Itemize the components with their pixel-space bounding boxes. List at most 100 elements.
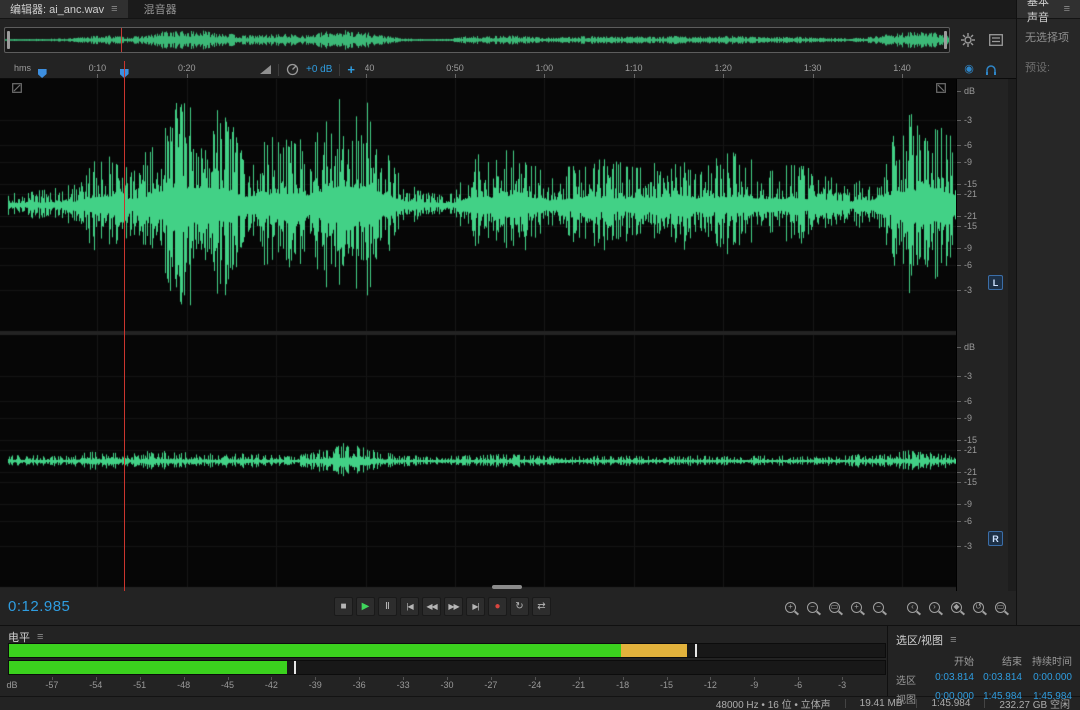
panel-menu-icon[interactable]: ≡ [37,632,43,643]
overview-row [0,19,1016,61]
loop-playback-button[interactable]: ↻ [510,597,529,616]
waveform-canvas[interactable] [0,79,956,591]
skip-selection-button[interactable]: ⇄ [532,597,551,616]
ruler-tick-label: 0:10 [89,63,107,73]
panel-menu-icon[interactable]: ≡ [111,4,117,15]
vertical-scrollbar[interactable] [1008,79,1016,591]
db-tick-label: -21 [964,211,977,221]
tab-essential-sound[interactable]: 基本声音 ≡ [1017,0,1080,18]
overview-navigator[interactable] [4,27,950,53]
selview-row-selection-label: 选区 [896,672,926,687]
selview-row-view-label: 视图 [896,691,926,706]
tab-editor[interactable]: 编辑器: ai_anc.wav ≡ [0,0,128,18]
overview-playhead[interactable] [121,28,122,52]
db-tick-label: -9 [964,499,972,509]
audition-window: 编辑器: ai_anc.wav ≡ 混音器 [0,0,1080,710]
tab-editor-label: 编辑器: ai_anc.wav [10,1,104,17]
db-tick-label: -3 [964,541,972,551]
selection-view-panel: 选区/视图 ≡ 开始 结束 持续时间 选区 0:03.814 0:03.814 … [888,626,1080,696]
db-tick-label: -9 [964,413,972,423]
selection-end-value[interactable]: 0:03.814 [974,672,1022,687]
level-scale-label: -18 [616,680,629,690]
panel-menu-icon[interactable]: ≡ [1064,4,1070,15]
input-monitor-icon[interactable]: ◉ [962,62,976,77]
level-scale-label: -12 [704,680,717,690]
time-ruler[interactable]: hms 0:100:200:300:400:501:001:101:201:30… [0,61,1016,79]
zoom-out-amplitude-button[interactable]: − [869,598,888,616]
timeline-marker[interactable] [38,69,47,78]
navigator-left-handle[interactable] [7,31,10,49]
horizontal-scrollbar-thumb[interactable] [492,585,522,589]
db-amplitude-ruler[interactable]: L R dB-3-3-6-6-9-9-15-15-21-21dB-3-3-6-6… [956,79,1008,591]
ruler-tick-label: 1:30 [804,63,822,73]
channel-r-badge[interactable]: R [988,531,1003,546]
levels-panel: 电平 ≡ dB-57-54-51-48-45-42-39-36-33-30-27… [0,626,888,696]
view-end-value[interactable]: 1:45.984 [974,691,1022,706]
ruler-tick-label: 1:00 [536,63,554,73]
level-scale-label: -9 [750,680,758,690]
preset-label: 预设: [1025,59,1072,75]
gain-value[interactable]: +0 dB [306,64,332,75]
db-tick-label: -21 [964,467,977,477]
reset-zoom-button[interactable]: ↺ [969,598,988,616]
record-button[interactable]: ● [488,597,507,616]
selection-duration-value[interactable]: 0:00.000 [1022,672,1072,687]
db-tick-label: -6 [964,260,972,270]
panel-menu-icon[interactable]: ≡ [950,635,956,646]
navigator-right-handle[interactable] [944,31,947,49]
fade-slope-icon[interactable] [260,65,271,74]
zoom-in-amplitude-button[interactable]: + [847,598,866,616]
gain-knob-icon[interactable] [286,63,299,76]
ruler-tick-label: 0:50 [446,63,464,73]
skip-to-start-button[interactable]: |◀ [400,597,419,616]
level-scale-label: -3 [838,680,846,690]
zoom-in-time-button[interactable]: + [781,598,800,616]
tab-mixer-label: 混音器 [144,1,177,17]
selview-col-end: 结束 [974,653,1022,668]
meter-peak-indicator [294,661,296,674]
rewind-button[interactable]: ◀◀ [422,597,441,616]
pause-button[interactable]: Ⅱ [378,597,397,616]
db-tick-label: -6 [964,140,972,150]
view-start-value[interactable]: 0:00.000 [926,691,974,706]
transport-buttons: ■▶Ⅱ|◀◀◀▶▶▶|●↻⇄ [334,597,551,616]
ruler-unit-label: hms [14,63,31,73]
db-tick-label: -3 [964,371,972,381]
db-tick-label: -15 [964,221,977,231]
selection-start-value[interactable]: 0:03.814 [926,672,974,687]
playhead-timecode[interactable]: 0:12.985 [8,598,70,615]
ruler-tick-label: 1:40 [893,63,911,73]
tab-mixer[interactable]: 混音器 [134,0,187,18]
editor-tabbar: 编辑器: ai_anc.wav ≡ 混音器 [0,0,1016,19]
db-tick-label: -9 [964,243,972,253]
level-scale-label: -21 [572,680,585,690]
playhead-line[interactable] [124,79,125,591]
db-tick-label: -3 [964,285,972,295]
playhead-ruler-line[interactable] [124,61,125,79]
zoom-history-button[interactable]: ▭ [991,598,1010,616]
level-scale-label: -24 [528,680,541,690]
zoom-selection-full-button[interactable]: ◆ [947,598,966,616]
channel-l-badge[interactable]: L [988,275,1003,290]
overview-waveform-canvas[interactable] [5,29,949,51]
fast-forward-button[interactable]: ▶▶ [444,597,463,616]
meter-green-fill [9,644,621,657]
headphone-monitor-icon[interactable] [984,62,998,77]
zoom-selection-in-point-button[interactable]: ‹ [903,598,922,616]
skip-to-end-button[interactable]: ▶| [466,597,485,616]
play-button[interactable]: ▶ [356,597,375,616]
corner-tool-left-icon[interactable] [12,83,22,93]
corner-tool-right-icon[interactable] [936,83,946,93]
stop-button[interactable]: ■ [334,597,353,616]
settings-gear-icon[interactable] [958,30,978,50]
level-scale-label: -51 [133,680,146,690]
db-tick-label: -6 [964,516,972,526]
zoom-to-selection-button[interactable]: ▭ [825,598,844,616]
zoom-selection-out-point-button[interactable]: › [925,598,944,616]
spot-cursor-icon[interactable]: + [347,63,355,76]
level-scale-label: -15 [660,680,673,690]
zoom-out-time-button[interactable]: − [803,598,822,616]
panel-list-icon[interactable] [986,30,1006,50]
ruler-tick-label: 1:10 [625,63,643,73]
view-duration-value[interactable]: 1:45.984 [1022,691,1072,706]
